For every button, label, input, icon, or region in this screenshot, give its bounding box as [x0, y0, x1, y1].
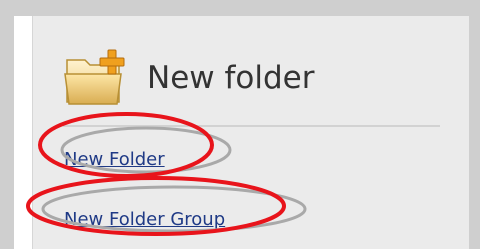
top-frame	[0, 0, 472, 16]
screenshot-stage: New folder New Folder New Folder Group	[0, 0, 480, 249]
new-folder-panel: New folder New Folder New Folder Group	[32, 16, 469, 249]
new-folder-group-link[interactable]: New Folder Group	[64, 209, 225, 230]
folder-add-icon	[64, 49, 125, 105]
left-frame	[0, 0, 14, 249]
right-frame	[468, 0, 480, 249]
panel-title: New folder	[147, 60, 315, 96]
new-folder-link[interactable]: New Folder	[64, 149, 165, 170]
header-divider	[63, 125, 440, 127]
panel-header: New folder	[63, 40, 314, 116]
